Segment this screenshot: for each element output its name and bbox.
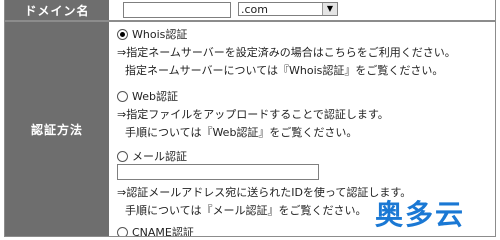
chevron-down-icon[interactable]: ▼ (322, 3, 337, 15)
radio-mail-label: メール認証 (132, 150, 187, 163)
mail-address-input[interactable] (117, 164, 319, 180)
mail-desc-2: 手順については『メール認証』をご覧ください。 (125, 204, 367, 217)
watermark-logo: 奥多云 (375, 198, 466, 231)
tld-selected-value: .com (241, 3, 268, 16)
radio-whois-label: Whois認証 (132, 28, 188, 41)
mail-desc-1: ⇒認証メールアドレス宛に送られたIDを使って認証します。 (117, 186, 412, 199)
method-label: 認証方法 (5, 22, 109, 236)
radio-unchecked-icon[interactable] (117, 226, 128, 236)
radio-unchecked-icon[interactable] (117, 150, 128, 162)
radio-web[interactable]: Web認証 (117, 88, 178, 104)
radio-checked-icon[interactable] (117, 28, 128, 40)
web-desc-1: ⇒指定ファイルをアップロードすることで認証します。 (117, 108, 389, 121)
radio-whois[interactable]: Whois認証 (117, 26, 187, 42)
whois-desc-2: 指定ネームサーバーについては『Whois認証』をご覧ください。 (125, 64, 444, 77)
web-desc-2: 手順については『Web認証』をご覧ください。 (125, 126, 358, 139)
radio-cname[interactable]: CNAME認証 (117, 224, 194, 237)
domain-input[interactable] (123, 2, 231, 18)
tld-select[interactable]: .com ▼ (238, 2, 338, 16)
radio-web-label: Web認証 (132, 90, 178, 103)
whois-desc-1: ⇒指定ネームサーバーを設定済みの場合はこちらをご利用ください。 (117, 46, 456, 59)
radio-unchecked-icon[interactable] (117, 90, 128, 102)
radio-cname-label: CNAME認証 (132, 226, 194, 237)
radio-mail[interactable]: メール認証 (117, 148, 187, 164)
domain-label: ドメイン名 (5, 0, 109, 20)
